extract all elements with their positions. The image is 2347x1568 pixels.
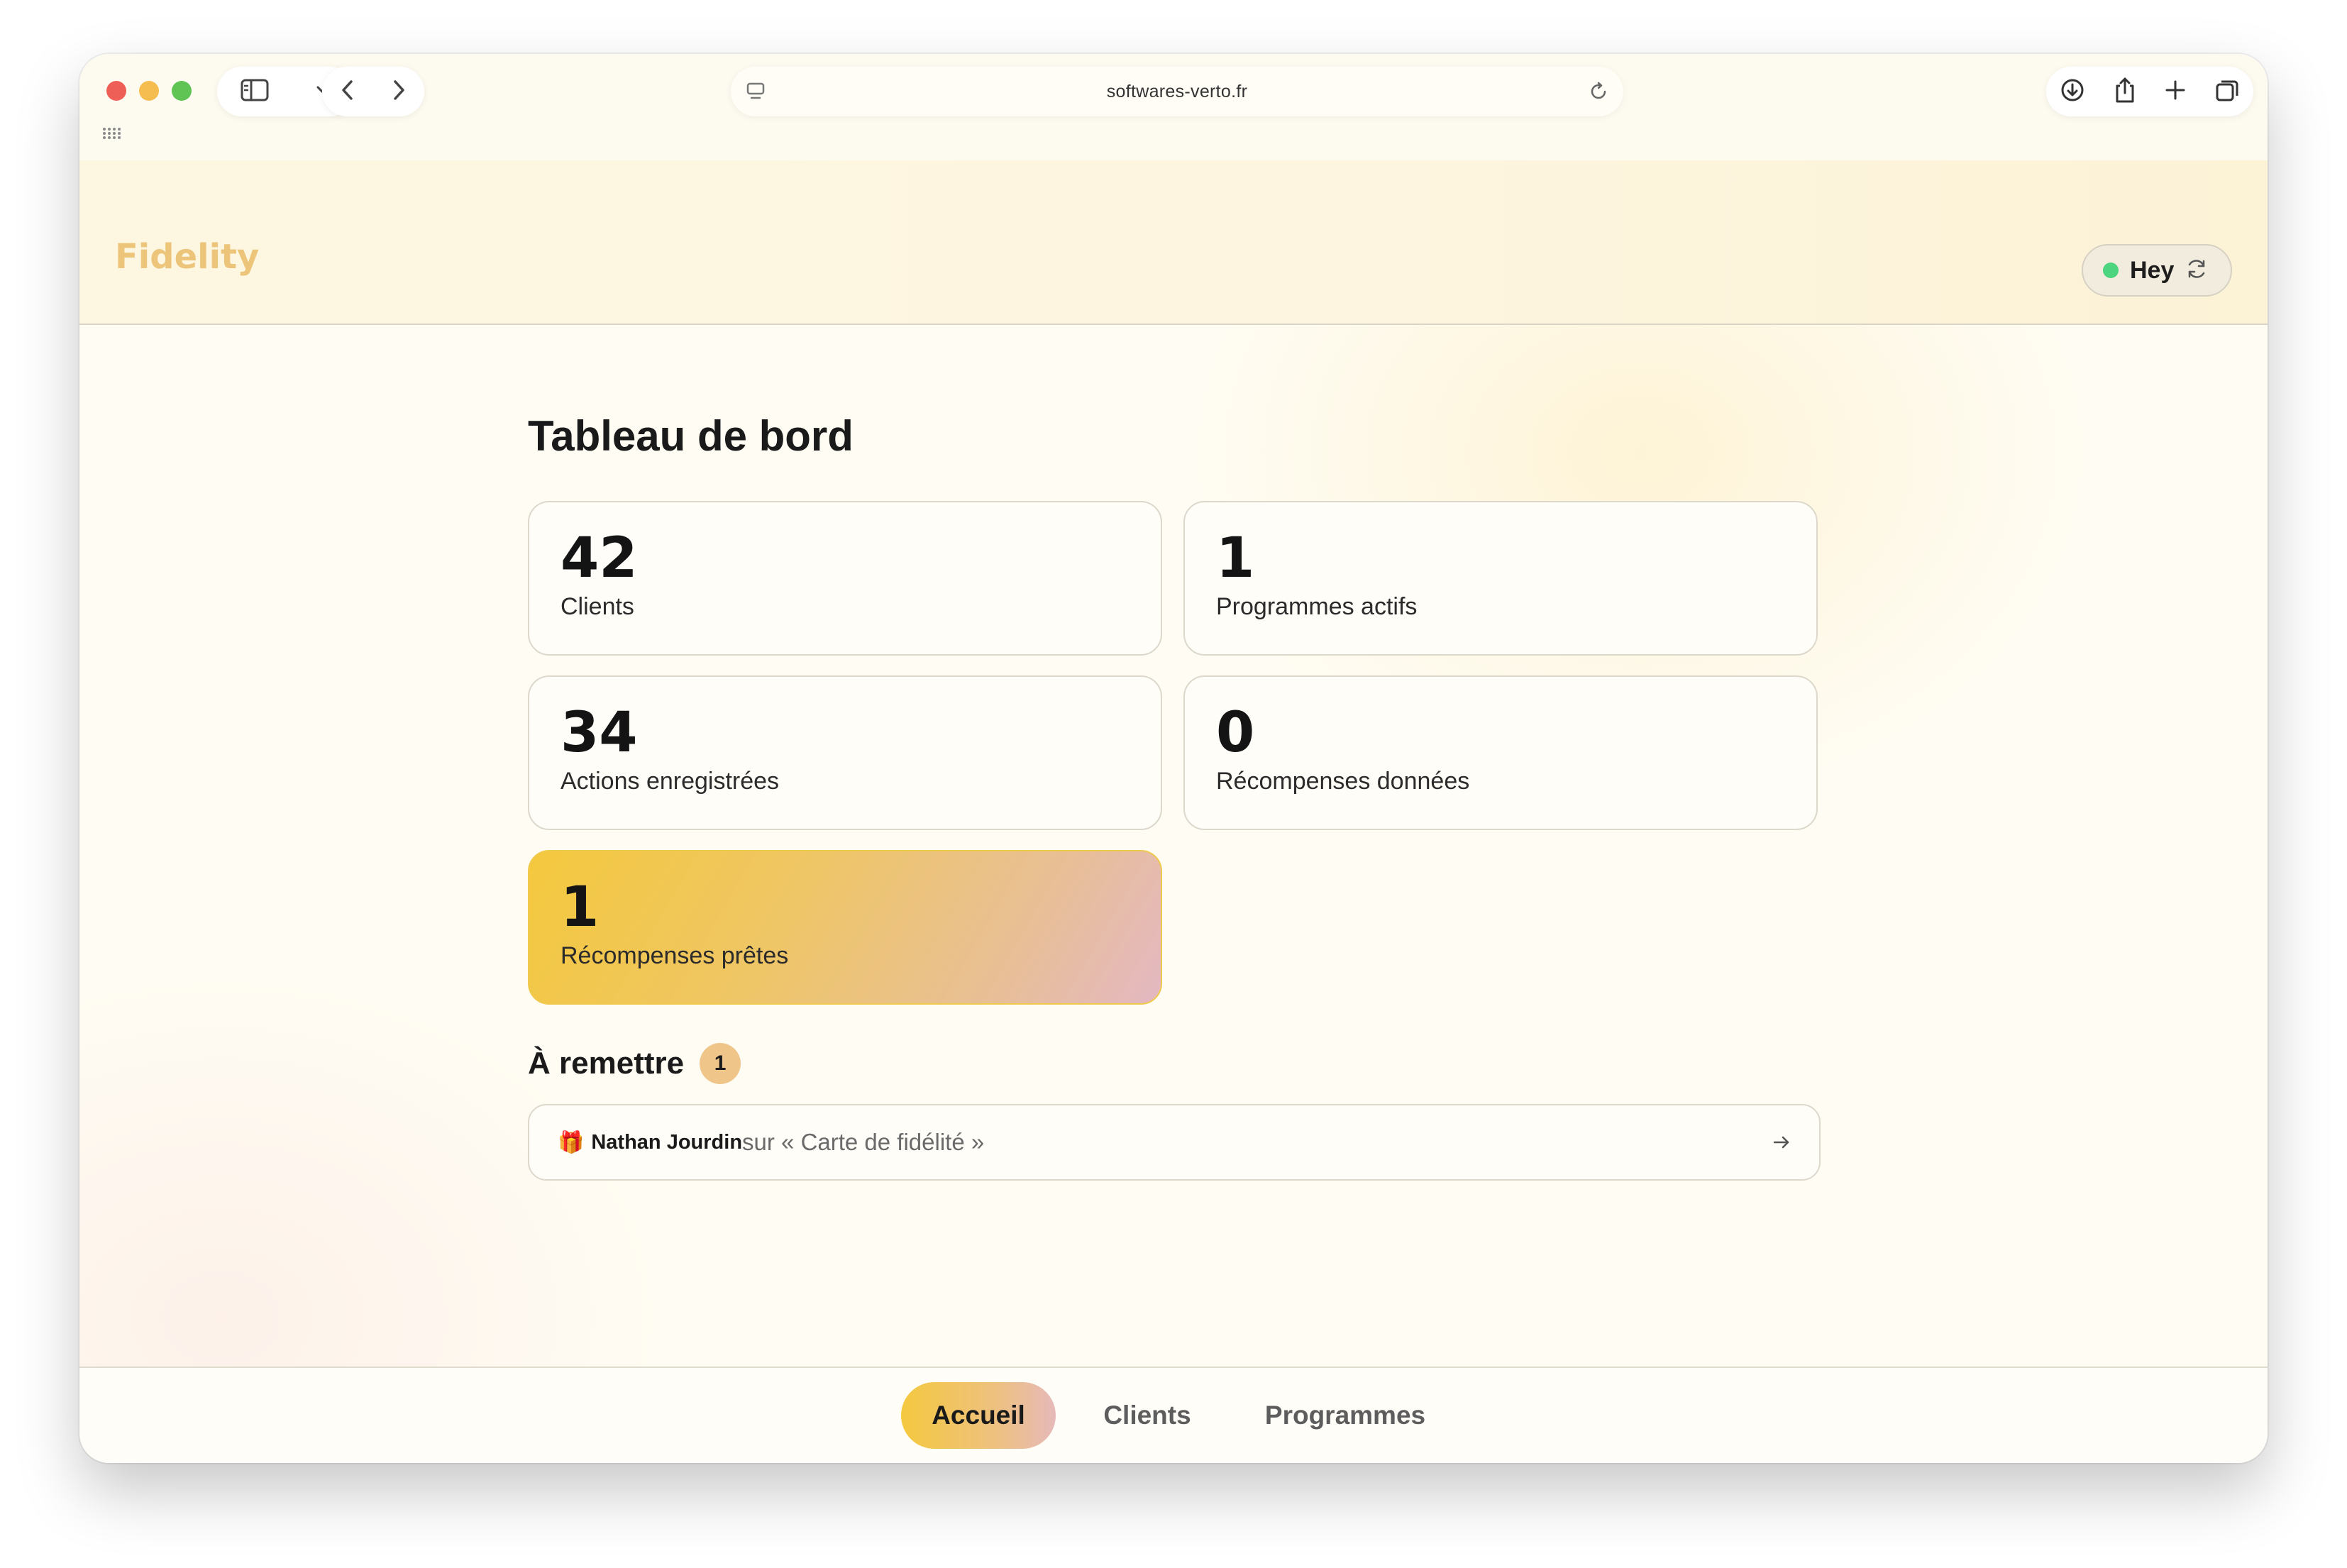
browser-tools-group <box>2046 67 2253 116</box>
tab-home[interactable]: Accueil <box>901 1382 1056 1449</box>
stat-card-clients: 42 Clients <box>528 501 1162 656</box>
minimize-window-button[interactable] <box>139 81 159 101</box>
forward-arrow-icon[interactable] <box>392 79 406 105</box>
stat-value: 1 <box>560 876 600 939</box>
stat-value: 42 <box>560 526 638 590</box>
dashboard-content: Tableau de bord 42 Clients 1 Programmes … <box>79 325 2268 1422</box>
bottom-navigation: Accueil Clients Programmes <box>79 1367 2268 1463</box>
new-tab-icon[interactable] <box>2164 79 2187 105</box>
stat-value: 0 <box>1216 701 1255 765</box>
share-icon[interactable] <box>2113 76 2137 108</box>
tab-overview-icon[interactable] <box>2214 77 2240 106</box>
browser-window: softwares-verto.fr Fidelity Hey Tableau … <box>79 54 2268 1463</box>
page-settings-icon[interactable] <box>745 81 766 107</box>
url-text: softwares-verto.fr <box>1106 81 1248 101</box>
client-name: Nathan Jourdin <box>591 1130 743 1154</box>
stat-card-rewards-given: 0 Récompenses données <box>1183 675 1818 830</box>
browser-toolbar: softwares-verto.fr <box>79 54 2268 160</box>
stat-value: 34 <box>560 701 638 765</box>
close-window-button[interactable] <box>106 81 126 101</box>
address-bar[interactable]: softwares-verto.fr <box>731 67 1623 116</box>
stat-card-active-programs: 1 Programmes actifs <box>1183 501 1818 656</box>
app-logo[interactable]: Fidelity <box>115 240 259 274</box>
user-name: Hey <box>2130 256 2175 284</box>
window-controls <box>106 81 192 101</box>
tab-programs[interactable]: Programmes <box>1239 1382 1452 1449</box>
history-nav-group <box>322 67 424 116</box>
tab-grid-icon[interactable] <box>102 126 121 144</box>
sidebar-icon[interactable] <box>241 79 269 105</box>
page-title: Tableau de bord <box>528 412 854 460</box>
app-header: Fidelity Hey <box>79 160 2268 325</box>
stat-label: Clients <box>560 593 634 620</box>
tab-clients[interactable]: Clients <box>1080 1382 1215 1449</box>
download-icon[interactable] <box>2060 77 2085 106</box>
stat-label: Programmes actifs <box>1216 593 1418 620</box>
zoom-window-button[interactable] <box>172 81 192 101</box>
stat-card-rewards-ready: 1 Récompenses prêtes <box>528 850 1162 1005</box>
count-badge: 1 <box>700 1043 741 1084</box>
stat-label: Récompenses prêtes <box>560 942 789 969</box>
reward-list-item[interactable]: 🎁 Nathan Jourdin sur « Carte de fidélité… <box>528 1104 1821 1181</box>
stat-value: 1 <box>1216 526 1255 590</box>
stat-label: Récompenses données <box>1216 768 1470 795</box>
gift-icon: 🎁 <box>558 1130 585 1154</box>
back-arrow-icon[interactable] <box>341 79 355 105</box>
to-deliver-heading: À remettre 1 <box>528 1043 741 1084</box>
arrow-right-icon <box>1772 1134 1791 1154</box>
program-reference: sur « Carte de fidélité » <box>742 1129 985 1155</box>
user-switcher[interactable]: Hey <box>2082 244 2232 297</box>
section-title-text: À remettre <box>528 1046 685 1081</box>
stat-label: Actions enregistrées <box>560 768 780 795</box>
stat-card-recorded-actions: 34 Actions enregistrées <box>528 675 1162 830</box>
switch-account-icon <box>2185 258 2208 284</box>
reload-icon[interactable] <box>1588 81 1609 107</box>
online-status-indicator <box>2103 263 2119 278</box>
